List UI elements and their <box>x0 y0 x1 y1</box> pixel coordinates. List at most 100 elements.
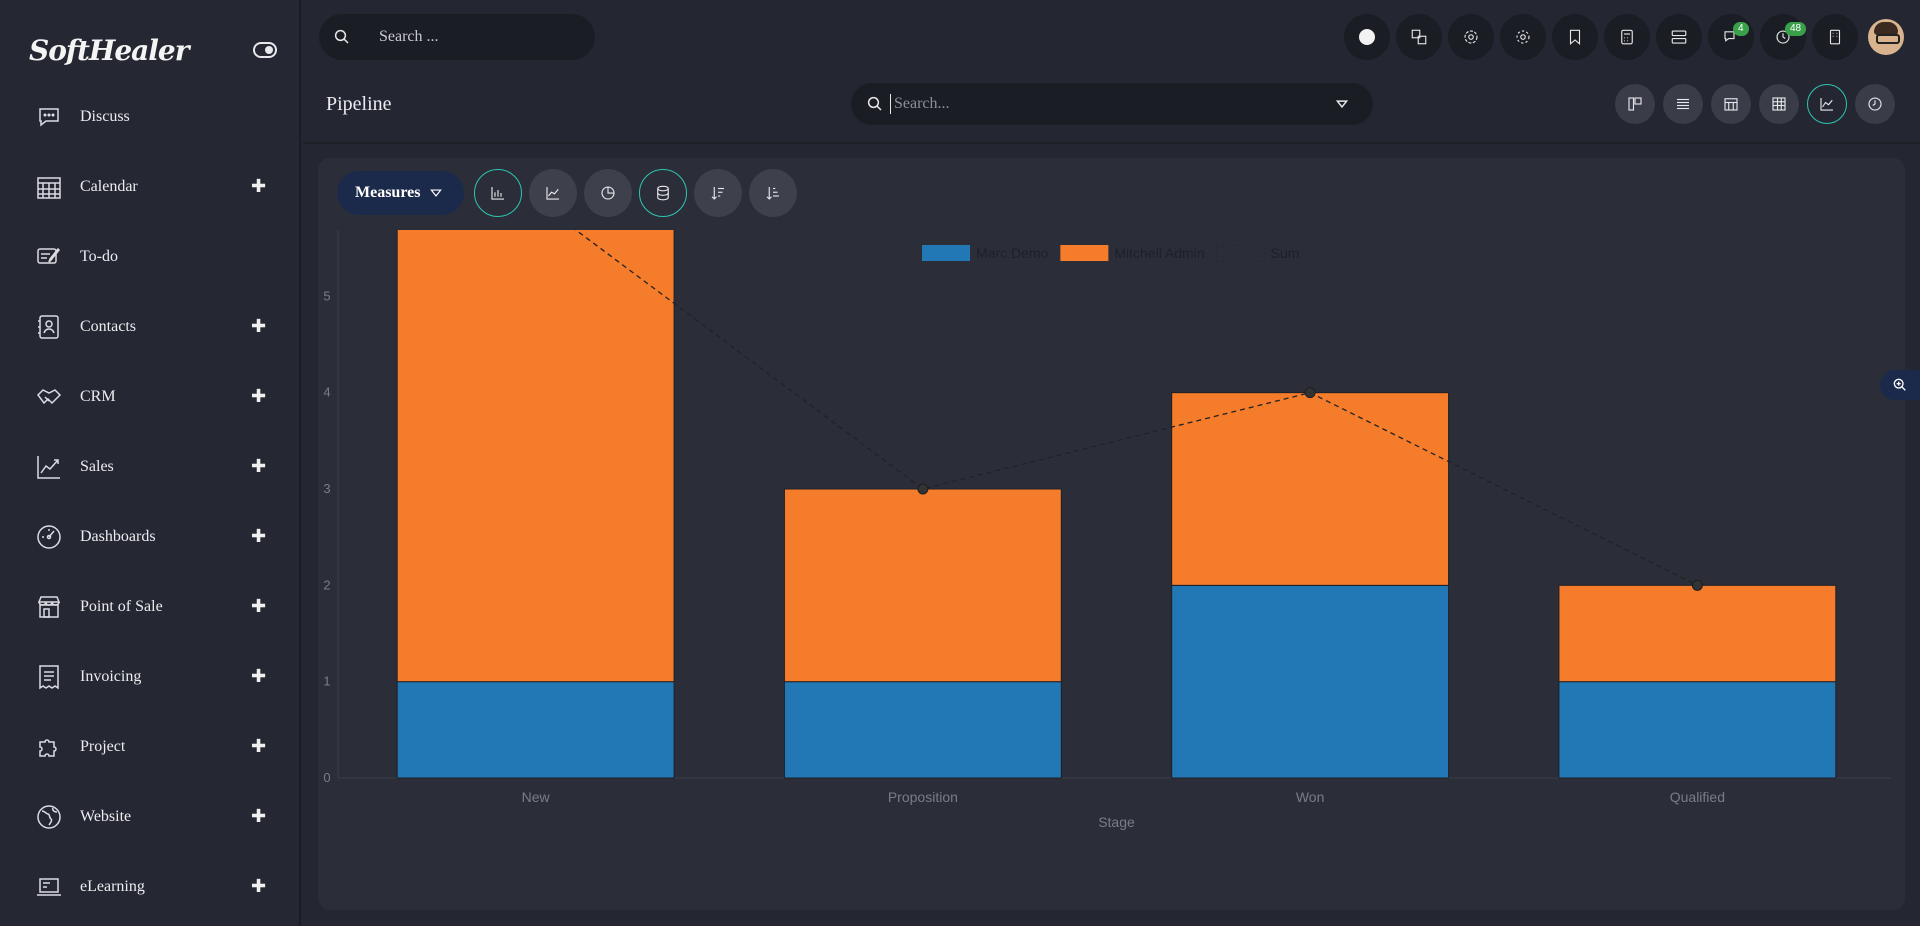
global-search-input[interactable]: Search ... <box>379 28 439 46</box>
sort-ascending-button[interactable] <box>749 169 797 217</box>
measures-button[interactable]: Measures <box>337 171 464 215</box>
calendar-icon <box>1724 98 1738 111</box>
activity-view-button[interactable] <box>1855 84 1895 124</box>
expand-plus-icon[interactable]: ✚ <box>251 668 266 686</box>
area-chart-icon <box>1820 98 1833 111</box>
sidebar-item-label: To-do <box>80 248 118 265</box>
gear-icon <box>1464 30 1478 44</box>
legend-swatch <box>1216 244 1266 262</box>
expand-plus-icon[interactable]: ✚ <box>251 178 266 196</box>
graph-view-button[interactable] <box>1807 84 1847 124</box>
graph-card: Measures 0123456NewPropositionWonQualifi… <box>318 158 1905 910</box>
sidebar-item-label: Discuss <box>80 108 130 125</box>
language-button[interactable] <box>1396 14 1442 60</box>
activities-badge: 48 <box>1785 22 1807 36</box>
bar-marc-demo <box>396 681 675 779</box>
status-dot-icon <box>1359 29 1375 45</box>
x-tick-label: Qualified <box>1670 789 1725 805</box>
puzzle-icon <box>35 733 63 761</box>
search-bar[interactable]: Search... <box>851 83 1373 125</box>
sidebar-item-to-do[interactable]: To-do <box>0 222 300 292</box>
sidebar-item-dashboards[interactable]: Dashboards ✚ <box>0 502 300 572</box>
sidebar-item-contacts[interactable]: Contacts ✚ <box>0 292 300 362</box>
sidebar-item-label: CRM <box>80 388 116 405</box>
stacked-button[interactable] <box>639 169 687 217</box>
toggle-filters-icon[interactable] <box>1335 97 1349 111</box>
sum-line <box>574 230 1698 586</box>
messages-button[interactable]: 4 <box>1708 14 1754 60</box>
sum-point <box>1691 579 1703 591</box>
global-search[interactable]: Search ... <box>319 14 595 60</box>
receipt-icon <box>35 663 63 691</box>
settings-button[interactable] <box>1448 14 1494 60</box>
store-icon <box>35 593 63 621</box>
chart-line-icon <box>35 453 63 481</box>
user-avatar[interactable] <box>1868 19 1904 55</box>
legend-swatch <box>922 245 970 261</box>
expand-plus-icon[interactable]: ✚ <box>251 738 266 756</box>
sidebar-item-discuss[interactable]: Discuss <box>0 82 300 152</box>
list-button[interactable] <box>1656 14 1702 60</box>
list-icon <box>1677 98 1689 110</box>
sidebar-item-label: Sales <box>80 458 114 475</box>
legend-label: Marc Demo <box>976 245 1049 261</box>
legend-label: Mitchell Admin <box>1114 245 1204 261</box>
sidebar-item-point-of-sale[interactable]: Point of Sale ✚ <box>0 572 300 642</box>
sort-descending-button[interactable] <box>694 169 742 217</box>
bookmark-button[interactable] <box>1552 14 1598 60</box>
expand-plus-icon[interactable]: ✚ <box>251 878 266 896</box>
sidebar-item-calendar[interactable]: Calendar ✚ <box>0 152 300 222</box>
sidebar-item-label: Point of Sale <box>80 598 163 615</box>
expand-plus-icon[interactable]: ✚ <box>251 528 266 546</box>
sidebar-item-sales[interactable]: Sales ✚ <box>0 432 300 502</box>
calculator-icon <box>1621 29 1633 45</box>
pie-chart-icon <box>601 186 615 200</box>
bar-mitchell-admin <box>1171 392 1450 586</box>
bar-marc-demo <box>783 681 1062 779</box>
expand-plus-icon[interactable]: ✚ <box>251 388 266 406</box>
expand-plus-icon[interactable]: ✚ <box>251 318 266 336</box>
sidebar-item-label: Contacts <box>80 318 136 335</box>
database-icon <box>657 185 669 201</box>
search-input[interactable]: Search... <box>890 94 950 114</box>
sidebar-item-elearning[interactable]: eLearning ✚ <box>0 852 300 922</box>
pie-chart-button[interactable] <box>584 169 632 217</box>
brand-logo[interactable]: SoftHealer <box>29 34 189 67</box>
x-tick-label: Proposition <box>888 789 958 805</box>
pivot-view-button[interactable] <box>1759 84 1799 124</box>
expand-plus-icon[interactable]: ✚ <box>251 458 266 476</box>
page-title: Pipeline <box>326 93 392 115</box>
status-button[interactable] <box>1344 14 1390 60</box>
sidebar-item-crm[interactable]: CRM ✚ <box>0 362 300 432</box>
calendar-view-button[interactable] <box>1711 84 1751 124</box>
view-switcher <box>1615 84 1903 124</box>
sidebar-item-project[interactable]: Project ✚ <box>0 712 300 782</box>
sidebar-toggle[interactable] <box>253 42 277 58</box>
line-chart-button[interactable] <box>529 169 577 217</box>
x-tick-label: New <box>522 789 551 805</box>
zoom-button[interactable] <box>1880 370 1920 400</box>
bar-chart-button[interactable] <box>474 169 522 217</box>
expand-plus-icon[interactable]: ✚ <box>251 598 266 616</box>
company-button[interactable] <box>1812 14 1858 60</box>
laptop-icon <box>35 873 63 901</box>
sidebar-item-invoicing[interactable]: Invoicing ✚ <box>0 642 300 712</box>
translate-icon <box>1411 29 1427 45</box>
sum-point <box>917 483 929 495</box>
search-icon <box>867 96 882 111</box>
gauge-icon <box>35 523 63 551</box>
search-icon <box>334 29 349 44</box>
kanban-view-button[interactable] <box>1615 84 1655 124</box>
y-tick-label: 1 <box>323 674 330 689</box>
debug-button[interactable] <box>1500 14 1546 60</box>
activities-button[interactable]: 48 <box>1760 14 1807 60</box>
sidebar-item-website[interactable]: Website ✚ <box>0 782 300 852</box>
table-icon <box>1772 97 1786 111</box>
list-view-button[interactable] <box>1663 84 1703 124</box>
measures-label: Measures <box>355 184 421 201</box>
calculator-button[interactable] <box>1604 14 1650 60</box>
sidebar-nav: Discuss Calendar ✚ To-do Contacts ✚ CRM ✚ Sales ✚… <box>0 82 300 922</box>
expand-plus-icon[interactable]: ✚ <box>251 808 266 826</box>
systray: 4 48 <box>1344 14 1904 60</box>
y-tick-label: 2 <box>323 577 330 592</box>
